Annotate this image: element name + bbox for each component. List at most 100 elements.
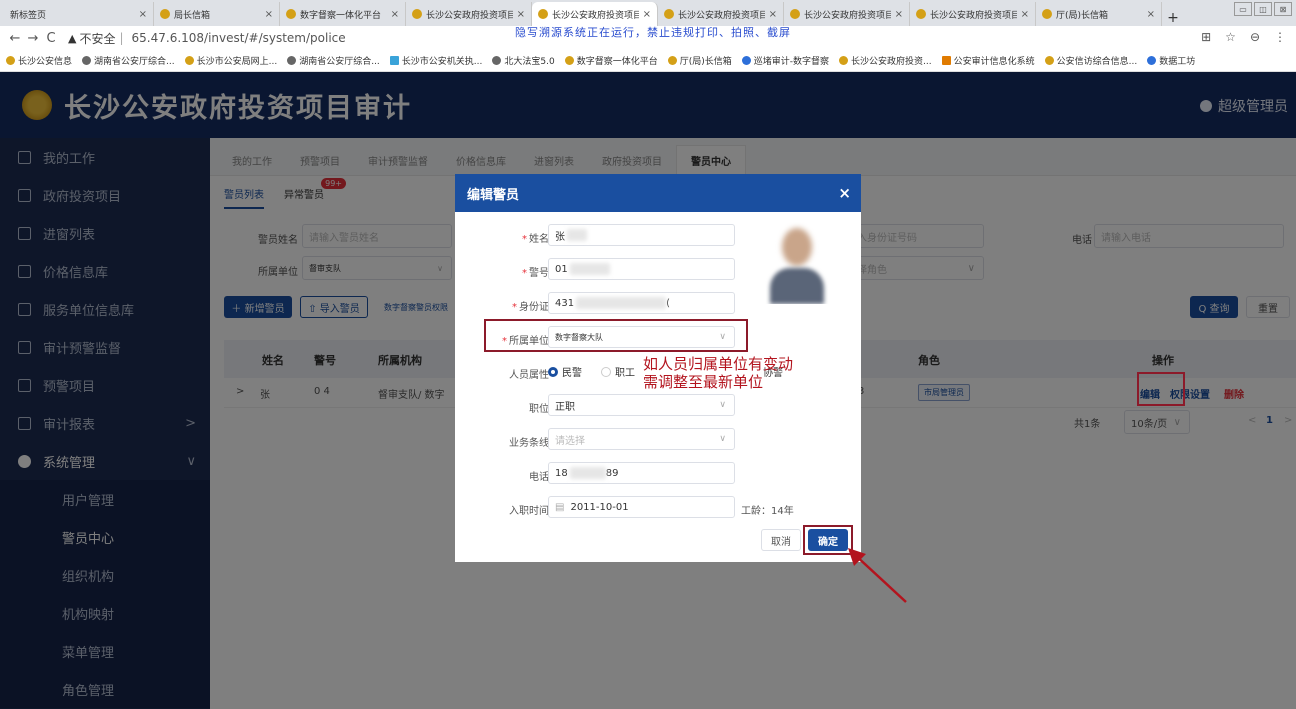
badge-no-label: * 警号: [522, 268, 549, 279]
police-badge-icon: [790, 9, 800, 19]
bookmark[interactable]: 公安审计信息化系统: [941, 54, 1035, 67]
browser-tab[interactable]: 局长信箱 ×: [154, 2, 280, 26]
globe-icon: [82, 56, 92, 65]
watermark-banner: 隐写溯源系统正在运行，禁止违规打印、拍照、截屏: [515, 26, 791, 39]
chevron-down-icon: ∨: [719, 434, 726, 444]
bookmark[interactable]: 数字督察一体化平台: [564, 54, 658, 67]
chevron-down-icon: ∨: [719, 400, 726, 410]
browser-tabbar: 新标签页 × 局长信箱 × 数字督察一体化平台 × 长沙公安政府投资项目 × 长沙公安政…: [0, 0, 1296, 26]
new-tab-button[interactable]: +: [1162, 10, 1184, 26]
redacted-mask: [569, 467, 606, 479]
browser-tab[interactable]: 长沙公安政府投资项目 ×: [658, 2, 784, 26]
browser-tab[interactable]: 长沙公安政府投资项目 ×: [406, 2, 532, 26]
edit-highlight-box: [1137, 372, 1185, 406]
close-icon[interactable]: ×: [139, 9, 147, 20]
toolbar-icons: ⊞ ☆ ⊖ ⋮: [1201, 30, 1286, 44]
separator: |: [119, 31, 124, 45]
close-icon[interactable]: ×: [1021, 9, 1029, 20]
bookmark[interactable]: 湖南省公安厅综合...: [82, 54, 175, 67]
forward-button[interactable]: →: [24, 31, 42, 46]
radio-staff[interactable]: 职工: [601, 364, 635, 379]
close-icon[interactable]: ×: [1147, 9, 1155, 20]
url-field[interactable]: 65.47.6.108/invest/#/system/police: [132, 31, 346, 45]
bookmark[interactable]: 长沙市公安局网上...: [184, 54, 277, 67]
globe-icon: [287, 56, 297, 65]
police-badge-icon: [664, 9, 674, 19]
bookmark[interactable]: 厅(局)长信箱: [667, 54, 732, 67]
browser-tab[interactable]: 新标签页 ×: [4, 2, 154, 26]
close-icon[interactable]: ×: [895, 9, 903, 20]
calendar-icon: ▤: [555, 501, 565, 513]
photo-head: [782, 228, 812, 266]
phone-field[interactable]: 18 89: [548, 462, 735, 484]
browser-tab[interactable]: 厅(局)长信箱 ×: [1036, 2, 1162, 26]
business-line-label: 业务条线: [509, 438, 549, 449]
reload-button[interactable]: C: [42, 31, 60, 46]
close-icon[interactable]: ×: [643, 9, 651, 20]
police-badge-icon: [6, 56, 15, 65]
bookmarks-bar: 长沙公安信息 湖南省公安厅综合... 长沙市公安局网上... 湖南省公安厅综合.…: [0, 50, 1296, 72]
police-badge-icon: [412, 9, 422, 19]
dialog-title: 编辑警员: [467, 187, 520, 203]
map-icon: [389, 56, 399, 65]
attr-label: 人员属性: [509, 370, 549, 381]
browser-tab[interactable]: 数字督察一体化平台 ×: [280, 2, 406, 26]
minimize-button[interactable]: ▭: [1234, 2, 1252, 16]
window-controls: ▭ ◫ ⊠: [1234, 2, 1292, 16]
radio-checked-icon: [548, 366, 558, 377]
bookmark[interactable]: 北大法宝5.0: [492, 54, 555, 67]
hire-date-label: 入职时间: [509, 506, 549, 517]
business-line-select[interactable]: 请选择 ∨: [548, 428, 735, 450]
browser-tab[interactable]: 长沙公安政府投资项目 ×: [784, 2, 910, 26]
bookmark[interactable]: 巡堵审计-数字督察: [741, 54, 829, 67]
back-button[interactable]: ←: [6, 31, 24, 46]
photo-body: [770, 268, 824, 304]
cancel-button[interactable]: 取消: [761, 529, 801, 551]
close-icon[interactable]: ×: [838, 184, 851, 202]
seniority-text: 工龄：14年: [741, 506, 794, 517]
badge-no-field[interactable]: 01: [548, 258, 735, 280]
name-field[interactable]: 张: [548, 224, 735, 246]
police-badge-icon: [160, 9, 170, 19]
radio-police[interactable]: 民警: [548, 364, 582, 379]
shield-icon: [741, 56, 751, 65]
hire-date-picker[interactable]: ▤ 2011-10-01: [548, 496, 735, 518]
annotation-text: 如人员归属单位有变动 需调整至最新单位: [643, 355, 794, 391]
tmr-icon: [941, 56, 951, 65]
annotation-arrow-icon: [848, 548, 907, 603]
close-icon[interactable]: ×: [265, 9, 273, 20]
dialog-header: 编辑警员 ×: [455, 174, 861, 212]
close-window-button[interactable]: ⊠: [1274, 2, 1292, 16]
radio-icon: [601, 366, 611, 377]
bookmark[interactable]: 数据工坊: [1147, 54, 1195, 67]
phone-label: 电话: [529, 472, 549, 483]
browser-tab[interactable]: 长沙公安政府投资项目 ×: [910, 2, 1036, 26]
menu-icon[interactable]: ⋮: [1274, 30, 1286, 44]
police-photo[interactable]: [764, 222, 830, 304]
bookmark[interactable]: 长沙公安政府投资...: [839, 54, 932, 67]
name-label: * 姓名: [522, 234, 549, 245]
bookmark[interactable]: 长沙市公安机关执...: [389, 54, 482, 67]
profile-icon[interactable]: ⊖: [1250, 30, 1260, 44]
browser-tab-active[interactable]: 长沙公安政府投资项目 ×: [532, 2, 658, 26]
globe-icon: [1147, 56, 1157, 65]
close-icon[interactable]: ×: [391, 9, 399, 20]
translate-icon[interactable]: ⊞: [1201, 30, 1211, 44]
warning-icon: ▲: [68, 31, 77, 45]
post-select[interactable]: 正职 ∨: [548, 394, 735, 416]
close-icon[interactable]: ×: [517, 9, 525, 20]
star-icon[interactable]: ☆: [1225, 30, 1236, 44]
post-label: 职位: [529, 404, 549, 415]
insecure-label: 不安全: [79, 31, 116, 46]
bookmark[interactable]: 湖南省公安厅综合...: [287, 54, 380, 67]
id-card-field[interactable]: 431(: [548, 292, 735, 314]
globe-icon: [492, 56, 502, 65]
bookmark[interactable]: 公安信访综合信息...: [1044, 54, 1137, 67]
maximize-button[interactable]: ◫: [1254, 2, 1272, 16]
police-badge-icon: [286, 9, 296, 19]
redacted-mask: [569, 263, 610, 275]
redacted-mask: [576, 297, 667, 309]
bookmark[interactable]: 长沙公安信息: [6, 54, 72, 67]
close-icon[interactable]: ×: [769, 9, 777, 20]
police-badge-icon: [667, 56, 677, 65]
